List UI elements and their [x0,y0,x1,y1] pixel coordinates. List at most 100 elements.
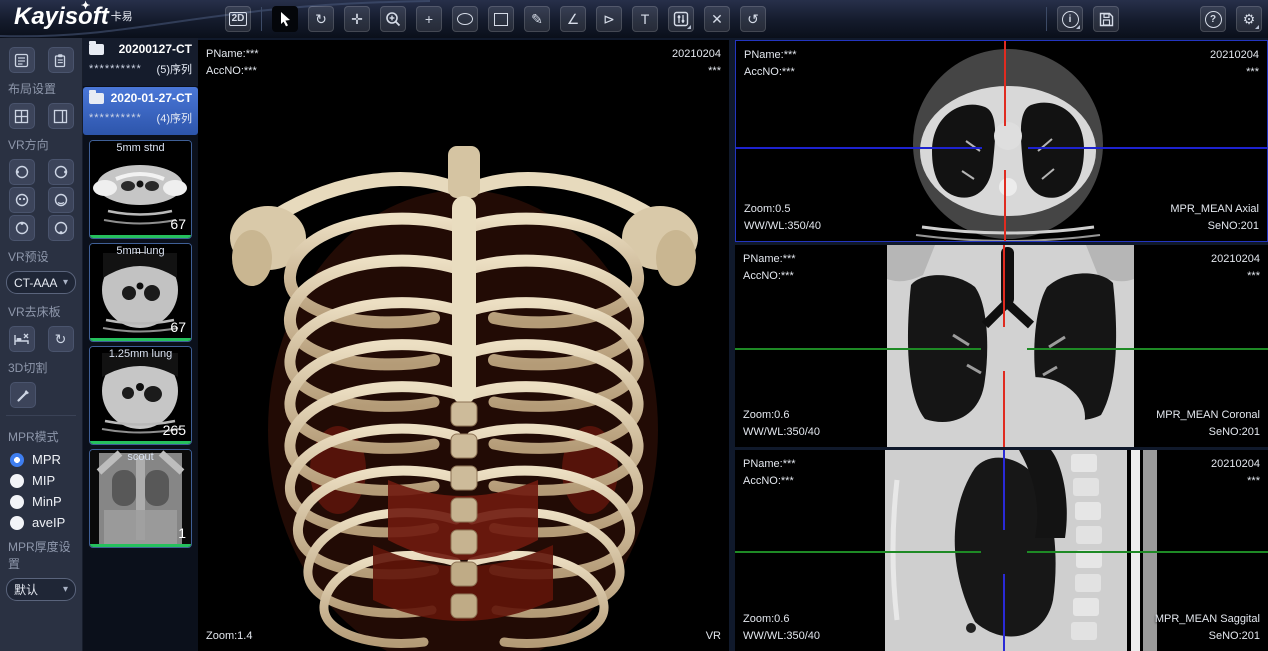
angle-tool-button[interactable]: ∠ [560,6,586,32]
arrow-annotate-tool-button[interactable]: ⊳ [596,6,622,32]
study-item-1[interactable]: 20200127-CT ********** (5)序列 [83,38,198,86]
vr-direction-inferior-button[interactable] [48,215,74,241]
accession-number: AccNO:*** [743,268,796,285]
sagittal-reference-line[interactable] [1003,371,1005,447]
mpr-axial-viewport[interactable]: PName:*** AccNO:*** 20210204 *** Zoom:0.… [735,40,1268,242]
info-panel-button[interactable] [9,47,35,73]
restore-bed-button[interactable]: ↻ [48,326,74,352]
patient-name: PName:*** [743,251,796,268]
mpr-coronal-viewport[interactable]: PName:*** AccNO:*** 20210204 *** Zoom:0.… [735,245,1268,447]
reset-icon: ↺ [747,11,759,28]
series-number: SeNO:201 [1170,218,1259,235]
vr-direction-right-button[interactable] [48,159,74,185]
coronal-reference-line[interactable] [1028,147,1267,149]
mpr-mode-option-minp[interactable]: MinP [0,491,82,512]
remove-bed-button[interactable] [9,326,35,352]
masked-value: *** [1210,64,1259,81]
save-button[interactable] [1093,6,1119,32]
view-type-label: MPR_MEAN Coronal [1156,407,1260,424]
mpr-mode-label: aveIP [32,515,65,530]
vr-direction-left-button[interactable] [9,159,35,185]
study-series-count: (5)序列 [157,61,192,77]
coronal-reference-line[interactable] [1003,450,1005,530]
pan-tool-button[interactable]: ✛ [344,6,370,32]
localizer-tool-button[interactable]: + [416,6,442,32]
mpr-sagittal-viewport[interactable]: PName:*** AccNO:*** 20210204 *** Zoom:0.… [735,450,1268,651]
accession-number: AccNO:*** [744,64,797,81]
axial-reference-line[interactable] [735,348,981,350]
panel-list-icon [14,53,29,68]
layout-grid-button[interactable] [9,103,35,129]
text-annotate-tool-button[interactable]: T [632,6,658,32]
vr-direction-section-title: VR方向 [0,131,82,157]
thumbnail-progress-bar [90,544,191,547]
mpr-mode-option-mpr[interactable]: MPR [0,449,82,470]
coronal-overlay-top-left: PName:*** AccNO:*** [743,251,796,285]
reset-view-button[interactable]: ↺ [740,6,766,32]
mpr-mode-label: MinP [32,494,62,509]
app-window: Kayisoft卡易 ✦ 2D ↻ ✛ + [0,0,1268,651]
layout-split-button[interactable] [48,103,74,129]
zoom-factor: Zoom:0.5 [744,201,821,218]
vr-direction-anterior-button[interactable] [9,187,35,213]
settings-button[interactable]: ⚙ [1236,6,1262,32]
series-thumbnail-1-25mm-lung[interactable]: 1.25mm lung 265 [89,346,192,445]
axial-reference-line[interactable] [735,551,981,553]
series-panel: 20200127-CT ********** (5)序列 2020-01-27-… [83,38,198,651]
study-item-2-selected[interactable]: 2020-01-27-CT ********** (4)序列 [83,87,198,135]
cursor-icon [277,11,293,27]
measure-line-tool-button[interactable]: ✎ [524,6,550,32]
sagittal-reference-line[interactable] [1004,170,1006,241]
vr-direction-row-1 [0,159,82,185]
head-top-icon [14,220,30,236]
vr-direction-superior-button[interactable] [9,215,35,241]
thumbnail-image-count: 1 [178,525,186,541]
sagittal-reference-line[interactable] [1004,41,1006,126]
sagittal-reference-line[interactable] [1003,245,1005,327]
ellipse-roi-tool-button[interactable] [452,6,478,32]
axial-reference-line[interactable] [1027,348,1268,350]
rotate-3d-tool-button[interactable]: ↻ [308,6,334,32]
mpr-mode-option-mip[interactable]: MIP [0,470,82,491]
rectangle-roi-tool-button[interactable] [488,6,514,32]
thumbnail-image-count: 67 [170,216,186,232]
layout-2d-button[interactable]: 2D [225,6,251,32]
rectangle-icon [494,13,508,26]
thumbnail-label: scout [90,451,191,463]
window-level-tool-button[interactable] [668,6,694,32]
study-patient-masked: ********** [89,63,142,75]
info-button[interactable]: i [1057,6,1083,32]
radio-checked-icon[interactable] [10,453,24,467]
radio-icon[interactable] [10,516,24,530]
vr-viewport[interactable]: PName:*** AccNO:*** 20210204 *** Zoom:1.… [198,40,729,651]
report-button[interactable] [48,47,74,73]
coronal-reference-line[interactable] [736,147,982,149]
delete-annotation-button[interactable]: ✕ [704,6,730,32]
grid-2x2-icon [14,109,29,124]
vr-preset-select[interactable]: CT-AAA ▾ [6,271,76,294]
zoom-tool-button[interactable] [380,6,406,32]
axial-reference-line[interactable] [1027,551,1268,553]
series-thumbnail-scout[interactable]: scout 1 [89,449,192,548]
mpr-mode-option-aveip[interactable]: aveIP [0,512,82,533]
thumbnail-list: 5mm stnd 67 5mm lung 67 [83,140,198,548]
series-thumbnail-5mm-lung[interactable]: 5mm lung 67 [89,243,192,342]
pencil-icon: ✎ [531,11,543,28]
radio-icon[interactable] [10,474,24,488]
series-thumbnail-5mm-stnd[interactable]: 5mm stnd 67 [89,140,192,239]
radio-icon[interactable] [10,495,24,509]
coronal-reference-line[interactable] [1003,574,1005,651]
view-type-label: MPR_MEAN Axial [1170,201,1259,218]
mpr-thickness-select[interactable]: 默认 ▾ [6,578,76,601]
masked-value: *** [672,63,721,80]
vr-direction-row-2 [0,187,82,213]
scalpel-cut-button[interactable] [10,382,36,408]
vr-direction-posterior-button[interactable] [48,187,74,213]
cursor-tool-button[interactable] [272,6,298,32]
app-logo: Kayisoft卡易 ✦ [14,3,133,31]
help-button[interactable]: ? [1200,6,1226,32]
view-type-label: MPR_MEAN Saggital [1155,611,1260,628]
series-number: SeNO:201 [1156,424,1260,441]
masked-value: *** [1211,268,1260,285]
folder-icon [89,44,104,55]
